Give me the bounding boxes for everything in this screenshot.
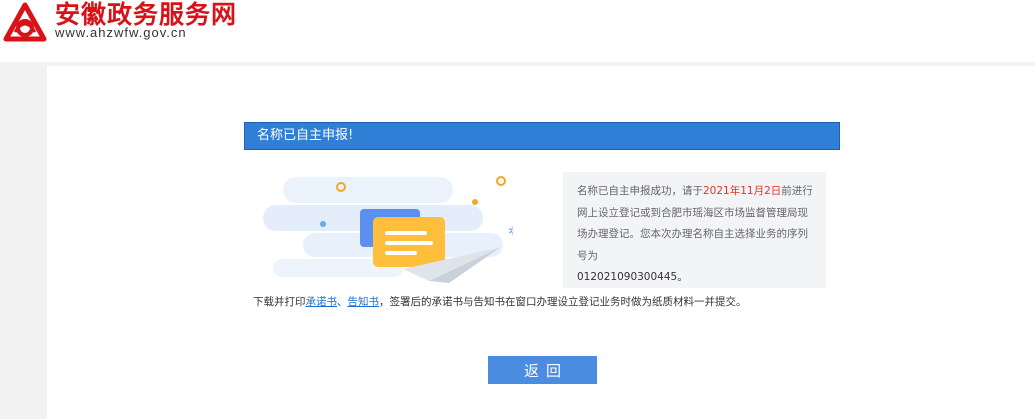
- svg-text:✲: ✲: [508, 224, 513, 238]
- anhui-gov-logo-icon[interactable]: [3, 2, 47, 42]
- main-panel: 名称已自主申报! ✲ 名称已自主申报成功，请于2021年11月2日前进行网上设立…: [47, 66, 1035, 419]
- result-title: 名称已自主申报!: [257, 128, 354, 143]
- site-header: 安徽政务服务网 www.ahzwfw.gov.cn: [0, 0, 1035, 62]
- notice-suffix: ，签署后的承诺书与告知书在窗口办理设立登记业务时做为纸质材料一并提交。: [379, 296, 747, 308]
- document-airplane-icon: ✲: [263, 176, 513, 283]
- deadline-date: 2021年11月2日: [703, 185, 782, 197]
- commitment-link[interactable]: 承诺书: [306, 296, 338, 308]
- notice-prefix: 下载并打印: [253, 296, 306, 308]
- download-notice: 下载并打印承诺书、告知书，签署后的承诺书与告知书在窗口办理设立登记业务时做为纸质…: [253, 292, 843, 313]
- info-text-before-date: 名称已自主申报成功，请于: [577, 185, 703, 197]
- notification-link[interactable]: 告知书: [348, 296, 380, 308]
- back-button[interactable]: 返回: [488, 356, 597, 384]
- notice-separator: 、: [337, 296, 348, 308]
- info-end-punct: 。: [677, 271, 688, 283]
- serial-number: 012021090300445: [577, 271, 678, 283]
- info-box: 名称已自主申报成功，请于2021年11月2日前进行网上设立登记或到合肥市瑶海区市…: [563, 172, 826, 288]
- site-url: www.ahzwfw.gov.cn: [55, 25, 187, 40]
- result-banner: 名称已自主申报!: [244, 122, 840, 150]
